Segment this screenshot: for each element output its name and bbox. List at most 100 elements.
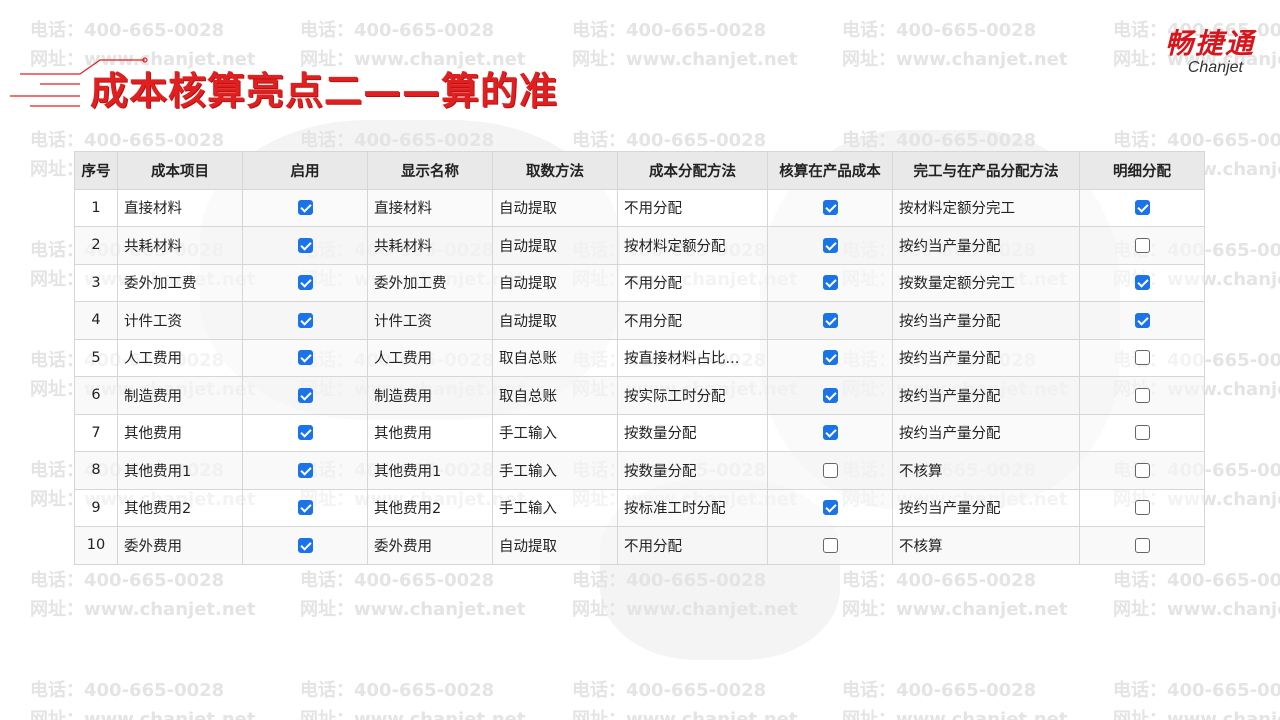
wip-checkbox[interactable] [822,537,838,553]
detail-checkbox[interactable] [1134,500,1150,516]
watermark-phone: 电话：400-665-0028 [300,570,495,591]
cell-no: 5 [74,338,118,377]
chanjet-logo: 畅捷通 Chanjet [1115,28,1255,76]
table-row: 10 委外费用 委外费用 自动提取 不用分配 不核算 [74,526,1205,565]
cell-no: 2 [74,226,118,265]
watermark-phone: 电话：400-665-0028 [842,570,1037,591]
column-header-enabled: 启用 [242,151,368,190]
wip-cell [767,413,893,452]
watermark-site: 网址：www.chanjet.net [842,49,1068,70]
detail-checkbox[interactable] [1134,387,1150,403]
cell-fetch-method: 自动提取 [492,526,618,565]
enabled-cell [242,413,368,452]
wip-checkbox[interactable] [822,350,838,366]
enabled-checkbox[interactable] [297,462,313,478]
detail-checkbox[interactable] [1134,462,1150,478]
cell-complete-method: 不核算 [892,526,1080,565]
detail-checkbox[interactable] [1134,312,1150,328]
cell-no: 10 [74,526,118,565]
enabled-checkbox[interactable] [297,350,313,366]
cell-cost-item: 其他费用1 [117,451,243,490]
detail-checkbox[interactable] [1134,275,1150,291]
cell-alloc-method: 不用分配 [617,526,768,565]
cell-complete-method: 按约当产量分配 [892,376,1080,415]
detail-cell [1079,451,1205,490]
enabled-checkbox[interactable] [297,500,313,516]
wip-checkbox[interactable] [822,425,838,441]
cell-fetch-method: 手工输入 [492,488,618,527]
watermark-site: 网址：www.chanjet.net [572,599,798,620]
column-header-fetch: 取数方法 [492,151,618,190]
cell-alloc-method: 不用分配 [617,263,768,302]
watermark-site: 网址：www.chanjet.net [1113,599,1280,620]
cell-alloc-method: 按数量分配 [617,451,768,490]
watermark-site: 网址：www.chanjet.net [30,709,256,720]
enabled-checkbox[interactable] [297,425,313,441]
cell-fetch-method: 自动提取 [492,301,618,340]
watermark-phone: 电话：400-665-0028 [842,20,1037,41]
detail-cell [1079,263,1205,302]
enabled-checkbox[interactable] [297,275,313,291]
wip-checkbox[interactable] [822,200,838,216]
cell-complete-method: 按数量定额分完工 [892,263,1080,302]
cell-display-name: 其他费用1 [367,451,493,490]
watermark-site: 网址：www.chanjet.net [1113,709,1280,720]
cell-cost-item: 委外费用 [117,526,243,565]
detail-cell [1079,226,1205,265]
column-header-wip: 核算在产品成本 [767,151,893,190]
table-row: 5 人工费用 人工费用 取自总账 按直接材料占比... 按约当产量分配 [74,338,1205,377]
watermark-phone: 电话：400-665-0028 [572,570,767,591]
wip-cell [767,451,893,490]
table-row: 1 直接材料 直接材料 自动提取 不用分配 按材料定额分完工 [74,188,1205,227]
cell-alloc-method: 不用分配 [617,188,768,227]
wip-checkbox[interactable] [822,387,838,403]
enabled-checkbox[interactable] [297,200,313,216]
cell-display-name: 计件工资 [367,301,493,340]
cell-complete-method: 按约当产量分配 [892,488,1080,527]
watermark-phone: 电话：400-665-0028 [30,570,225,591]
column-header-detail: 明细分配 [1079,151,1205,190]
enabled-checkbox[interactable] [297,237,313,253]
detail-cell [1079,188,1205,227]
table-row: 4 计件工资 计件工资 自动提取 不用分配 按约当产量分配 [74,301,1205,340]
wip-checkbox[interactable] [822,312,838,328]
column-header-alloc: 成本分配方法 [617,151,768,190]
cell-fetch-method: 自动提取 [492,188,618,227]
cell-fetch-method: 取自总账 [492,338,618,377]
cell-display-name: 其他费用2 [367,488,493,527]
wip-checkbox[interactable] [822,237,838,253]
enabled-cell [242,338,368,377]
cell-complete-method: 不核算 [892,451,1080,490]
cell-cost-item: 计件工资 [117,301,243,340]
detail-checkbox[interactable] [1134,537,1150,553]
cell-cost-item: 委外加工费 [117,263,243,302]
cell-complete-method: 按约当产量分配 [892,338,1080,377]
enabled-checkbox[interactable] [297,387,313,403]
detail-checkbox[interactable] [1134,425,1150,441]
detail-checkbox[interactable] [1134,200,1150,216]
wip-checkbox[interactable] [822,500,838,516]
wip-cell [767,338,893,377]
cell-display-name: 委外加工费 [367,263,493,302]
logo-english-text: Chanjet [1187,59,1243,76]
detail-checkbox[interactable] [1134,237,1150,253]
cell-cost-item: 人工费用 [117,338,243,377]
wip-checkbox[interactable] [822,462,838,478]
cell-alloc-method: 按数量分配 [617,413,768,452]
detail-cell [1079,526,1205,565]
watermark-site: 网址：www.chanjet.net [30,599,256,620]
watermark-phone: 电话：400-665-0028 [572,680,767,701]
wip-cell [767,526,893,565]
cell-complete-method: 按约当产量分配 [892,226,1080,265]
page-title: 成本核算亮点二——算的准 [90,69,559,113]
enabled-checkbox[interactable] [297,537,313,553]
cell-display-name: 委外费用 [367,526,493,565]
column-header-complete: 完工与在产品分配方法 [892,151,1080,190]
cell-cost-item: 共耗材料 [117,226,243,265]
cell-no: 7 [74,413,118,452]
enabled-checkbox[interactable] [297,312,313,328]
wip-checkbox[interactable] [822,275,838,291]
detail-checkbox[interactable] [1134,350,1150,366]
wip-cell [767,488,893,527]
table-row: 7 其他费用 其他费用 手工输入 按数量分配 按约当产量分配 [74,413,1205,452]
